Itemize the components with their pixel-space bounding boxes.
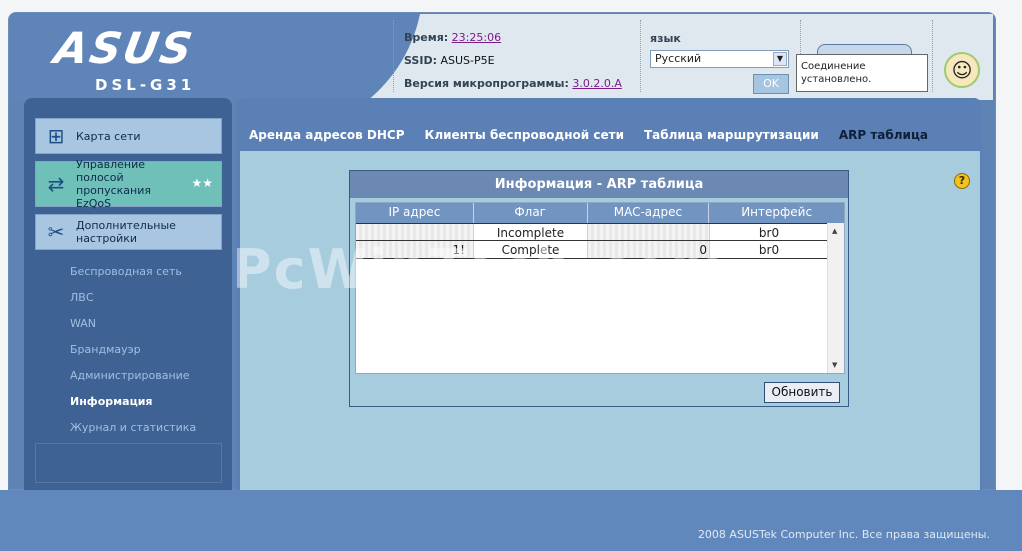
separator [640, 20, 641, 92]
tab-routing-table[interactable]: Таблица маршрутизации [644, 128, 819, 142]
refresh-button[interactable]: Обновить [764, 382, 840, 403]
sidebar: ⊞ Карта сети ⇄ Управление полосой пропус… [24, 98, 232, 490]
sidebar-sub-firewall[interactable]: Брандмауэр [70, 343, 141, 356]
tab-wireless-clients[interactable]: Клиенты беспроводной сети [425, 128, 624, 142]
firmware-link[interactable]: 3.0.2.0.A [572, 77, 622, 90]
model-name: DSL-G31 [95, 76, 196, 94]
scroll-up-icon[interactable]: ▲ [832, 227, 837, 235]
separator [932, 20, 933, 92]
mascot-icon[interactable]: ☺ [944, 52, 980, 88]
arp-title: Информация - ARP таблица [350, 171, 848, 198]
sidebar-sub-admin[interactable]: Администрирование [70, 369, 190, 382]
scrollbar[interactable]: ▲ ▼ [827, 223, 844, 373]
asus-logo: ASUS [51, 24, 205, 76]
sidebar-item-network-map[interactable]: ⊞ Карта сети [35, 118, 222, 154]
time-link[interactable]: 23:25:06 [452, 31, 501, 44]
sidebar-sub-wireless[interactable]: Беспроводная сеть [70, 265, 182, 278]
network-map-icon: ⊞ [47, 124, 65, 148]
footer: 2008 ASUSTek Computer Inc. Все права защ… [0, 490, 1022, 551]
ok-button[interactable]: OK [753, 74, 789, 94]
watermark: PcWinTech.com [232, 238, 729, 301]
column-header-flag: Флаг [474, 203, 588, 223]
ssid-value: ASUS-P5E [440, 54, 495, 67]
sidebar-item-ezqos[interactable]: ⇄ Управление полосой пропускания EzQoS ★… [35, 158, 222, 210]
tab-arp-table[interactable]: ARP таблица [839, 128, 928, 142]
time-row: Время: 23:25:06 [404, 31, 502, 44]
brand-text: ASUS [50, 24, 198, 74]
copyright-text: 2008 ASUSTek Computer Inc. Все права защ… [697, 528, 990, 541]
tab-bar: Аренда адресов DHCP Клиенты беспроводной… [249, 128, 928, 142]
bandwidth-icon: ⇄ [47, 172, 65, 196]
stars-icon: ★★ [191, 176, 213, 190]
column-header-ip: IP адрес [356, 203, 474, 223]
status-info: Время: 23:25:06 SSID: ASUS-P5E Версия ми… [404, 30, 622, 99]
tab-dhcp-leases[interactable]: Аренда адресов DHCP [249, 128, 405, 142]
connection-tooltip: Соединение установлено. [796, 54, 928, 92]
arp-table-header: IP адрес Флаг MAC-адрес Интерфейс [356, 203, 844, 223]
scroll-down-icon[interactable]: ▼ [832, 361, 837, 369]
firmware-row: Версия микропрограммы: 3.0.2.0.A [404, 77, 622, 90]
language-select[interactable]: Русский ▼ [650, 50, 789, 68]
sidebar-sub-info[interactable]: Информация [70, 395, 153, 408]
sidebar-footer [35, 443, 222, 483]
separator [393, 20, 394, 92]
sidebar-sub-log[interactable]: Журнал и статистика [70, 421, 196, 434]
column-header-mac: MAC-адрес [588, 203, 710, 223]
sidebar-item-advanced[interactable]: ✂ Дополнительные настройки [35, 214, 222, 250]
chevron-down-icon[interactable]: ▼ [773, 52, 787, 66]
ssid-row: SSID: ASUS-P5E [404, 54, 495, 67]
sidebar-sub-wan[interactable]: WAN [70, 317, 96, 330]
language-box: язык Русский ▼ OK [650, 32, 789, 94]
column-header-interface: Интерфейс [741, 205, 813, 219]
tools-icon: ✂ [47, 220, 65, 244]
language-label: язык [650, 32, 681, 45]
help-icon[interactable]: ? [954, 173, 970, 189]
sidebar-sub-lan[interactable]: ЛВС [70, 291, 94, 304]
